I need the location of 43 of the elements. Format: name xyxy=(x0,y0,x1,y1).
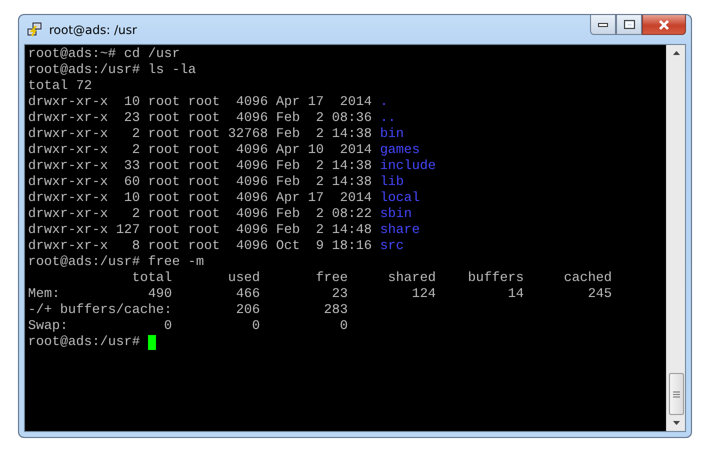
file-details: drwxr-xr-x 33 root root 4096 Feb 2 14:38 xyxy=(28,159,372,174)
minimize-icon xyxy=(598,22,608,26)
terminal-line: Mem: 490 466 23 124 14 245 xyxy=(28,287,612,302)
file-details: drwxr-xr-x 10 root root 4096 Apr 17 2014 xyxy=(28,191,372,206)
computer-icon xyxy=(27,22,43,38)
file-details: drwxr-xr-x 10 root root 4096 Apr 17 2014 xyxy=(28,95,372,110)
terminal-line: total used free shared buffers cached xyxy=(130,271,612,286)
directory-name: . xyxy=(380,95,388,110)
directory-name: bin xyxy=(380,127,404,142)
terminal-line: root@ads:/usr# ls -la xyxy=(28,63,196,78)
text-cursor xyxy=(148,335,156,350)
file-details: drwxr-xr-x 127 root root 4096 Feb 2 14:48 xyxy=(28,223,372,238)
directory-name: share xyxy=(380,223,420,238)
maximize-icon xyxy=(624,20,634,29)
terminal-line: root@ads:/usr# free -m xyxy=(28,255,204,270)
directory-name: games xyxy=(380,143,420,158)
grip-icon xyxy=(672,390,680,398)
window-title: root@ads: /usr xyxy=(49,22,137,36)
file-details: drwxr-xr-x 2 root root 4096 Apr 10 2014 xyxy=(28,143,372,158)
file-details: drwxr-xr-x 23 root root 4096 Feb 2 08:36 xyxy=(28,111,372,126)
directory-name: sbin xyxy=(380,207,412,222)
directory-name: local xyxy=(380,191,420,206)
directory-name: src xyxy=(380,239,404,254)
close-button[interactable] xyxy=(642,15,686,35)
minimize-button[interactable] xyxy=(590,15,616,35)
directory-name: .. xyxy=(380,111,396,126)
file-details: drwxr-xr-x 60 root root 4096 Feb 2 14:38 xyxy=(28,175,372,190)
prompt-text: root@ads:/usr# xyxy=(28,335,141,350)
maximize-button[interactable] xyxy=(616,15,642,35)
terminal-line: -/+ buffers/cache: 206 283 xyxy=(28,303,348,318)
terminal-line: Swap: 0 0 0 xyxy=(28,319,348,334)
scrollbar-thumb[interactable] xyxy=(668,373,684,415)
file-details: drwxr-xr-x 8 root root 4096 Oct 9 18:16 xyxy=(28,239,372,254)
file-details: drwxr-xr-x 2 root root 32768 Feb 2 14:38 xyxy=(28,127,372,142)
close-icon xyxy=(658,20,670,30)
terminal-line: root@ads:~# cd /usr xyxy=(28,47,180,62)
scrollbar[interactable] xyxy=(666,45,685,431)
scroll-down-icon[interactable] xyxy=(672,421,680,425)
directory-name: lib xyxy=(380,175,404,190)
file-details: drwxr-xr-x 2 root root 4096 Feb 2 08:22 xyxy=(28,207,372,222)
directory-name: include xyxy=(380,159,436,174)
scroll-up-icon[interactable] xyxy=(672,51,680,55)
terminal-line: total 72 xyxy=(28,79,92,94)
